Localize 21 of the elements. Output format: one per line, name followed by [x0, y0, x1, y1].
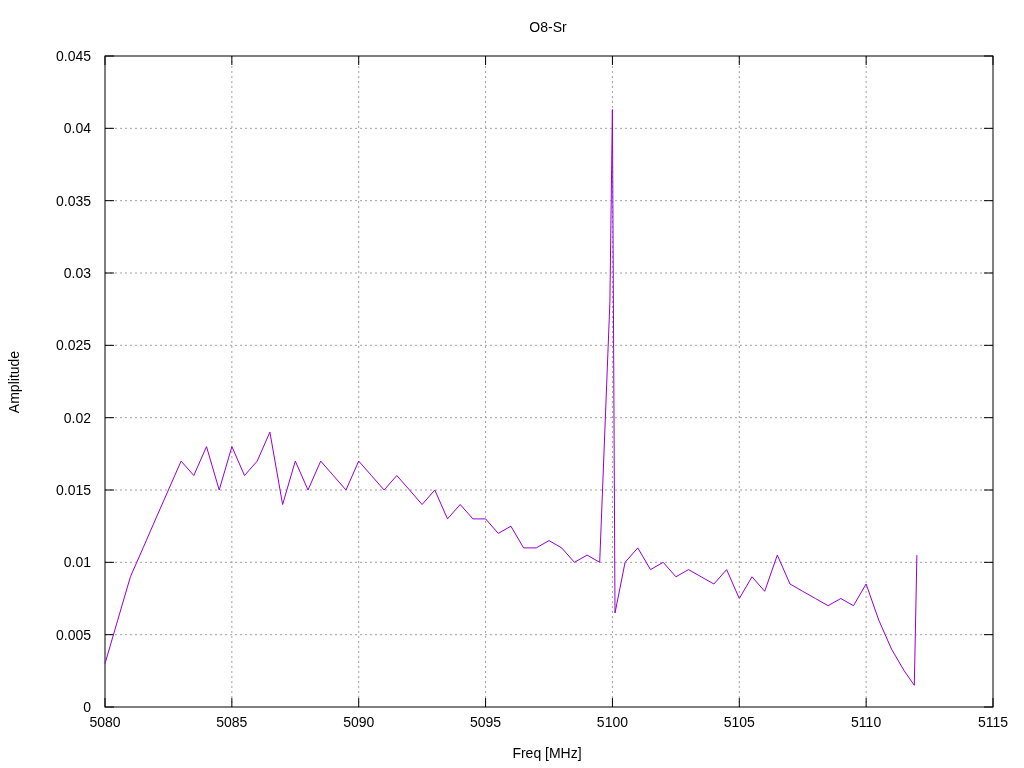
y-tick-label: 0.01: [63, 554, 91, 571]
y-tick-label: 0.035: [55, 192, 91, 209]
y-tick-label: 0.005: [55, 626, 91, 643]
x-tick-label: 5115: [977, 714, 1009, 730]
x-tick-label: 5085: [216, 714, 248, 730]
x-tick-label: 5110: [851, 714, 882, 730]
x-tick-label: 5105: [723, 714, 755, 730]
chart-title: O8-Sr: [529, 19, 567, 35]
y-tick-label: 0.045: [55, 48, 91, 64]
x-tick-label: 5100: [596, 714, 628, 730]
y-tick-label: 0.015: [55, 482, 91, 498]
x-tick-label: 5080: [89, 714, 121, 730]
y-tick-label: 0.025: [55, 337, 91, 354]
y-tick-label: 0.02: [63, 409, 91, 426]
y-tick-label: 0.04: [63, 120, 91, 137]
x-axis-label: Freq [MHz]: [512, 745, 582, 761]
y-tick-label: 0: [83, 699, 91, 715]
x-tick-label: 5090: [343, 714, 375, 730]
y-tick-label: 0.03: [63, 265, 91, 281]
x-tick-label: 5095: [470, 714, 502, 730]
y-axis-label: Amplitude: [6, 350, 22, 414]
